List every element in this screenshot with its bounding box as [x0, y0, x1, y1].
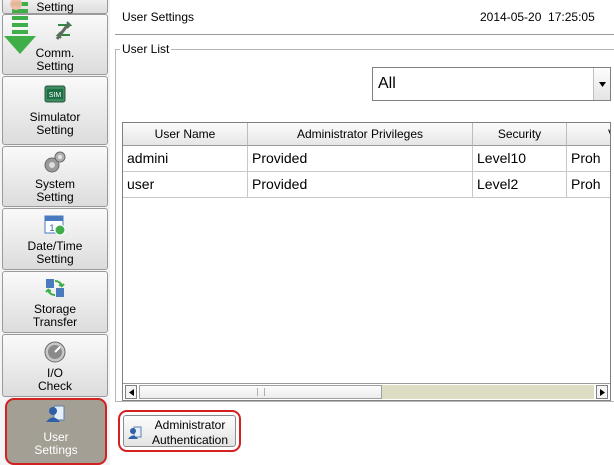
administrator-authentication-button[interactable]: Administrator Authentication	[123, 415, 236, 447]
sidebar-item-label: User Settings	[34, 430, 78, 457]
gears-icon	[44, 151, 66, 173]
cell-user-name: admini	[123, 146, 248, 171]
scroll-left-icon[interactable]	[125, 385, 137, 399]
scroll-right-icon[interactable]	[596, 385, 608, 399]
sidebar-item-user-settings[interactable]: User Settings	[5, 398, 107, 465]
administrator-authentication-highlight: Administrator Authentication	[118, 410, 241, 452]
chevron-down-icon[interactable]	[593, 68, 610, 100]
scrollbar-thumb[interactable]	[139, 385, 382, 399]
user-table: User Name Administrator Privileges Secur…	[122, 122, 611, 401]
svg-text:SIM: SIM	[49, 92, 62, 99]
header-divider	[115, 34, 614, 35]
svg-text:1: 1	[49, 223, 54, 233]
sim-chip-icon: SIM	[44, 85, 66, 103]
cell-admin-privileges: Provided	[248, 172, 473, 197]
column-header-admin-privileges[interactable]: Administrator Privileges	[248, 123, 473, 146]
sidebar-item-label: Simulator Setting	[29, 110, 81, 137]
datetime-display: 2014-05-20 17:25:05	[480, 10, 595, 24]
sidebar-item-system-setting[interactable]: System Setting	[2, 146, 108, 207]
sidebar-item-label: I/O Check	[37, 366, 72, 393]
column-header-v[interactable]: V	[567, 123, 610, 146]
scrollbar-track[interactable]	[382, 385, 594, 399]
scroll-down-arrow-icon	[4, 0, 36, 54]
cell-security: Level2	[473, 172, 567, 197]
user-icon	[46, 405, 65, 422]
storage-transfer-icon	[45, 279, 65, 297]
cell-v: Proh	[571, 150, 601, 166]
calendar-clock-icon: 1	[44, 215, 66, 236]
cell-security: Level10	[473, 146, 567, 171]
sidebar-item-io-check[interactable]: I/O Check	[2, 334, 108, 397]
page-title: User Settings	[122, 10, 195, 24]
cell-user-name: user	[123, 172, 248, 197]
column-header-security[interactable]: Security	[473, 123, 567, 146]
sidebar-item-date-time-setting[interactable]: 1 Date/Time Setting	[2, 208, 108, 270]
user-list-label: User List	[120, 42, 172, 56]
grip-icon	[257, 388, 265, 396]
filter-selected-value: All	[378, 75, 396, 92]
table-row[interactable]: admini Provided Level10 Proh	[123, 146, 610, 172]
sidebar-item-label: Date/Time Setting	[27, 239, 83, 266]
cell-v: Proh	[571, 176, 601, 192]
gauge-icon	[44, 341, 66, 363]
administrator-authentication-label: Administrator Authentication	[151, 418, 229, 447]
sidebar-item-storage-transfer[interactable]: Storage Transfer	[2, 271, 108, 333]
user-filter-dropdown[interactable]: All	[372, 67, 611, 101]
sidebar: Setting Comm. Setting SIM Simulator Sett…	[0, 0, 110, 465]
column-header-user-name[interactable]: User Name	[123, 123, 248, 146]
horizontal-scrollbar[interactable]	[123, 383, 610, 400]
sidebar-item-simulator-setting[interactable]: SIM Simulator Setting	[2, 76, 108, 145]
table-row[interactable]: user Provided Level2 Proh	[123, 172, 610, 198]
sidebar-item-label: Storage Transfer	[32, 302, 78, 329]
cell-admin-privileges: Provided	[248, 146, 473, 171]
user-icon	[128, 426, 142, 439]
sidebar-item-label: System Setting	[34, 177, 75, 204]
